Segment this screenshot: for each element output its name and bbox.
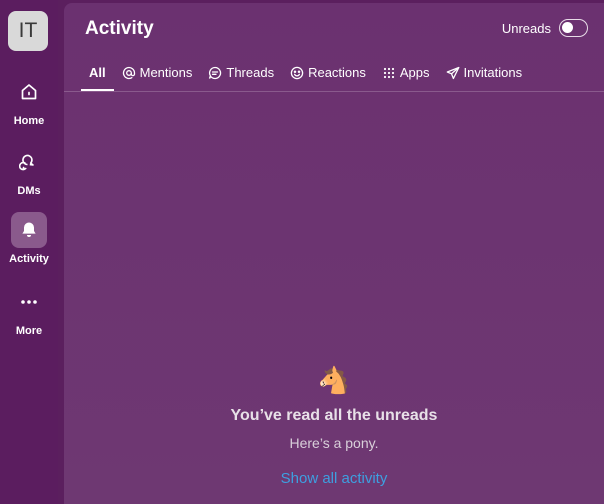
more-icon bbox=[11, 284, 47, 320]
dms-icon bbox=[11, 144, 47, 180]
tabs-divider bbox=[64, 91, 604, 92]
tab-label: Mentions bbox=[139, 65, 193, 80]
activity-panel: Activity Unreads All Mentions Threads Re… bbox=[64, 3, 604, 504]
rail-item-activity[interactable]: Activity bbox=[0, 212, 58, 265]
tab-reactions[interactable]: Reactions bbox=[282, 61, 374, 90]
tab-all[interactable]: All bbox=[81, 61, 114, 91]
rail-label-dms: DMs bbox=[17, 185, 41, 197]
empty-state: 🐴 You’ve read all the unreads Here’s a p… bbox=[64, 365, 604, 487]
left-rail: IT Home DMs Activity More bbox=[0, 0, 58, 504]
tab-label: Invitations bbox=[463, 65, 523, 80]
rail-item-more[interactable]: More bbox=[0, 284, 58, 337]
rail-item-home[interactable]: Home bbox=[0, 74, 58, 127]
tab-label: All bbox=[89, 65, 106, 80]
pony-emoji-icon: 🐴 bbox=[317, 365, 351, 395]
page-title: Activity bbox=[85, 18, 154, 39]
at-icon bbox=[122, 66, 136, 80]
workspace-avatar[interactable]: IT bbox=[8, 11, 48, 51]
tab-label: Reactions bbox=[308, 65, 366, 80]
tab-label: Threads bbox=[226, 65, 275, 80]
toggle-knob bbox=[562, 22, 573, 33]
bell-icon bbox=[11, 212, 47, 248]
empty-state-title: You’ve read all the unreads bbox=[230, 407, 438, 424]
apps-icon bbox=[382, 66, 396, 80]
unreads-label: Unreads bbox=[501, 20, 551, 36]
tab-invitations[interactable]: Invitations bbox=[438, 61, 531, 90]
home-icon bbox=[11, 74, 47, 110]
tab-threads[interactable]: Threads bbox=[200, 61, 282, 90]
send-icon bbox=[446, 66, 460, 80]
show-all-activity-link[interactable]: Show all activity bbox=[281, 470, 388, 487]
tab-apps[interactable]: Apps bbox=[374, 61, 438, 90]
rail-label-more: More bbox=[15, 325, 43, 337]
unreads-toggle[interactable] bbox=[559, 19, 588, 37]
threads-icon bbox=[208, 66, 222, 80]
unreads-toggle-group: Unreads bbox=[502, 19, 588, 37]
empty-state-subtitle: Here’s a pony. bbox=[289, 435, 379, 451]
activity-tabs: All Mentions Threads Reactions Apps Invi… bbox=[81, 61, 531, 91]
tab-mentions[interactable]: Mentions bbox=[114, 61, 201, 90]
tab-label: Apps bbox=[399, 65, 430, 80]
smile-icon bbox=[290, 66, 304, 80]
rail-item-dms[interactable]: DMs bbox=[0, 144, 58, 197]
rail-label-activity: Activity bbox=[9, 253, 49, 265]
rail-label-home: Home bbox=[13, 115, 45, 127]
